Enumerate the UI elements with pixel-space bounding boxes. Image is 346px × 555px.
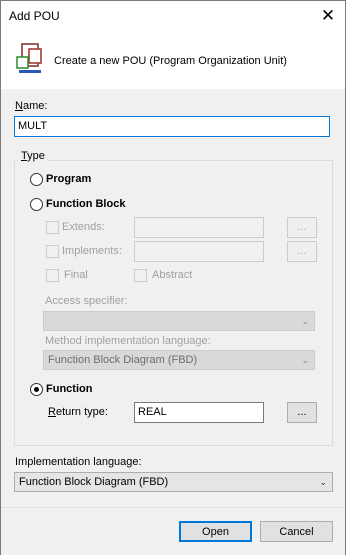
function-block-label[interactable]: Function Block <box>46 198 125 210</box>
function-radio[interactable] <box>30 383 43 396</box>
name-label: Name: <box>15 100 48 112</box>
program-label[interactable]: Program <box>46 173 91 185</box>
implementation-language-select[interactable]: Function Block Diagram (FBD) ⌄ <box>14 472 333 492</box>
open-button[interactable]: Open <box>179 521 252 542</box>
chevron-down-icon: ⌄ <box>319 477 327 487</box>
extends-label: Extends: <box>62 221 105 233</box>
implements-input[interactable] <box>134 241 264 262</box>
abstract-checkbox[interactable] <box>134 269 147 282</box>
implementation-language-value: Function Block Diagram (FBD) <box>19 476 169 488</box>
access-specifier-label: Access specifier: <box>45 295 128 307</box>
function-block-radio[interactable] <box>30 198 43 211</box>
final-label: Final <box>64 269 88 281</box>
method-language-value: Function Block Diagram (FBD) <box>48 354 198 366</box>
implements-browse-button[interactable]: ... <box>287 241 317 262</box>
header-description: Create a new POU (Program Organization U… <box>54 55 287 67</box>
extends-input[interactable] <box>134 217 264 238</box>
name-label-rest: ame: <box>22 100 48 112</box>
cancel-button[interactable]: Cancel <box>260 521 333 542</box>
extends-browse-button[interactable]: ... <box>287 217 317 238</box>
type-group-caption: Type <box>18 150 48 162</box>
window-title: Add POU <box>9 9 60 23</box>
radio-selected-dot <box>34 387 39 392</box>
close-icon[interactable]: ✕ <box>317 5 339 27</box>
name-input[interactable]: MULT <box>14 116 330 137</box>
method-language-label: Method implementation language: <box>45 335 211 347</box>
access-specifier-select[interactable]: ⌄ <box>43 311 315 331</box>
program-radio[interactable] <box>30 173 43 186</box>
chevron-down-icon: ⌄ <box>301 355 309 365</box>
return-type-input[interactable]: REAL <box>134 402 264 423</box>
add-pou-dialog: Add POU ✕ Create a new POU (Program Orga… <box>0 0 346 555</box>
final-checkbox[interactable] <box>46 269 59 282</box>
return-type-browse-button[interactable]: ... <box>287 402 317 423</box>
dialog-header: Create a new POU (Program Organization U… <box>1 32 345 89</box>
method-language-select[interactable]: Function Block Diagram (FBD) ⌄ <box>43 350 315 370</box>
chevron-down-icon: ⌄ <box>301 316 309 326</box>
abstract-label: Abstract <box>152 269 193 281</box>
implements-checkbox[interactable] <box>46 245 59 258</box>
implementation-language-label: Implementation language: <box>15 456 142 468</box>
function-label[interactable]: Function <box>46 383 92 395</box>
pou-icon <box>16 43 42 73</box>
title-bar: Add POU ✕ <box>1 1 345 32</box>
extends-checkbox[interactable] <box>46 221 59 234</box>
return-type-label: Return type: <box>48 406 108 418</box>
implements-label: Implements: <box>62 245 122 257</box>
